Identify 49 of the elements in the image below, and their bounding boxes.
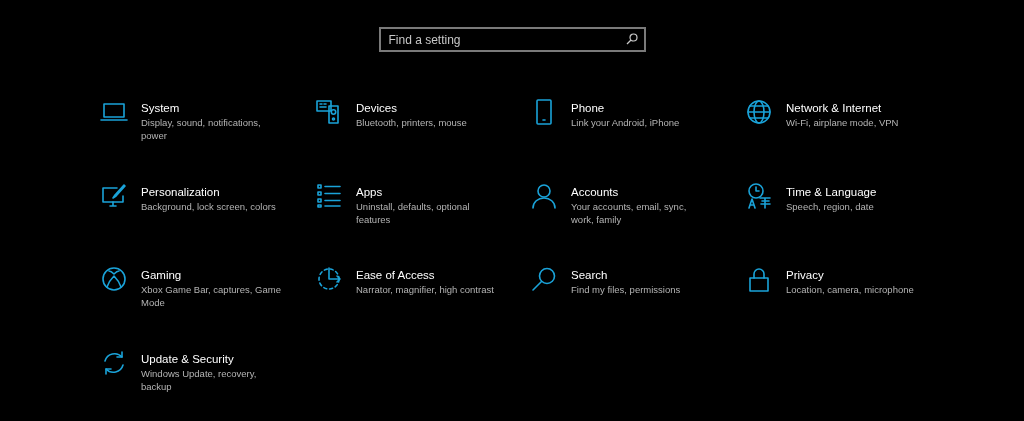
globe-icon — [745, 98, 773, 126]
category-description: Display, sound, notifications, power — [141, 116, 262, 142]
category-title: Network & Internet — [786, 101, 883, 116]
category-title: Phone — [571, 101, 606, 116]
paint-monitor-icon — [100, 181, 128, 210]
settings-category[interactable]: Devices Bluetooth, printers, mouse — [315, 100, 530, 184]
category-description: Location, camera, microphone — [786, 283, 915, 296]
settings-category[interactable]: Accounts Your accounts, email, sync, work, family — [530, 183, 745, 267]
settings-category[interactable]: Time & Language Speech, region, date — [745, 183, 960, 267]
category-description: Narrator, magnifier, high contrast — [356, 283, 495, 296]
category-title: Privacy — [786, 268, 825, 283]
settings-category[interactable]: Phone Link your Android, iPhone — [530, 100, 745, 184]
settings-category[interactable]: Personalization Background, lock screen, colors — [100, 183, 315, 267]
settings-category[interactable]: Update & Security Windows Update, recovery, backup — [100, 350, 315, 421]
category-description: Background, lock screen, colors — [141, 199, 277, 213]
category-description: Your accounts, email, sync, work, family — [571, 199, 688, 226]
category-title: Personalization — [141, 184, 221, 200]
settings-category[interactable]: Ease of Access Narrator, magnifier, high contrast — [315, 267, 530, 351]
category-title: Accounts — [571, 184, 620, 200]
category-description: Wi-Fi, airplane mode, VPN — [786, 116, 900, 129]
category-title: Devices — [356, 101, 398, 116]
settings-category[interactable]: System Display, sound, notifications, power — [100, 100, 315, 184]
category-description: Uninstall, defaults, optional features — [356, 199, 471, 226]
category-title: Apps — [356, 184, 384, 200]
category-description: Find my files, permissions — [571, 283, 682, 296]
category-title: System — [141, 101, 181, 116]
settings-category[interactable]: Privacy Location, camera, microphone — [745, 267, 960, 351]
category-description: Link your Android, iPhone — [571, 116, 681, 129]
person-icon — [530, 181, 558, 210]
category-title: Time & Language — [786, 184, 878, 200]
category-title: Update & Security — [141, 351, 235, 367]
category-title: Search — [571, 268, 609, 283]
category-description: Windows Update, recovery, backup — [141, 366, 258, 393]
category-title: Ease of Access — [356, 268, 436, 283]
search-icon — [530, 265, 558, 293]
search-icon[interactable] — [625, 33, 638, 45]
settings-category[interactable]: Search Find my files, permissions — [530, 267, 745, 351]
dashed-clock-icon — [315, 265, 343, 293]
category-description: Bluetooth, printers, mouse — [356, 116, 468, 129]
settings-category[interactable]: Network & Internet Wi-Fi, airplane mode, VPN — [745, 100, 960, 184]
list-icon — [315, 181, 343, 210]
xbox-logo-icon — [100, 265, 128, 293]
settings-category[interactable]: Gaming Xbox Game Bar, captures, Game Mode — [100, 267, 315, 351]
clock-letters-icon — [745, 181, 773, 210]
search-field[interactable]: Find a setting — [378, 27, 646, 52]
category-description: Xbox Game Bar, captures, Game Mode — [141, 283, 281, 309]
settings-category[interactable]: Apps Uninstall, defaults, optional features — [315, 183, 530, 267]
category-description: Speech, region, date — [786, 199, 875, 213]
category-title: Gaming — [141, 268, 183, 283]
